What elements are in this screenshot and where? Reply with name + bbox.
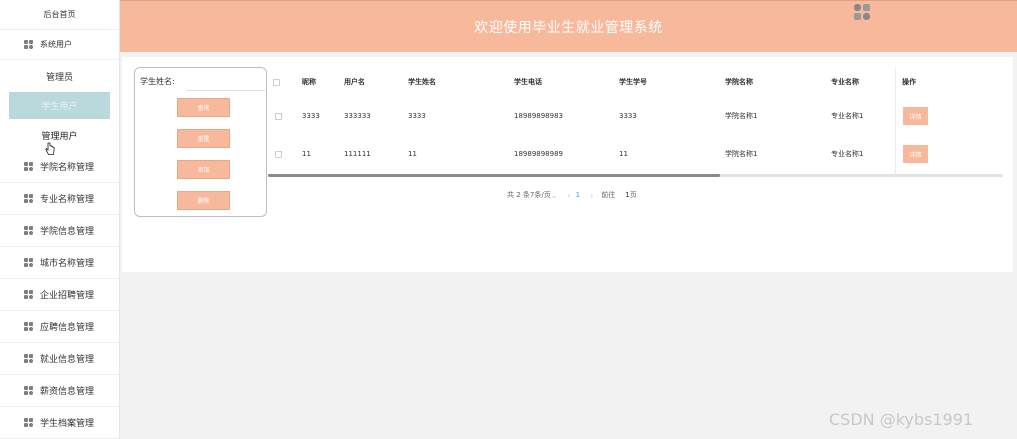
column-header: 学院名称 <box>725 78 753 86</box>
pagination-total: 共 2 条 <box>507 191 530 199</box>
menu-grid-icon <box>24 417 34 428</box>
sidebar-item-label: 就业信息管理 <box>40 355 95 365</box>
sidebar-item-label: 应聘信息管理 <box>40 323 95 333</box>
watermark: CSDN @kybs1991 <box>829 410 974 429</box>
hand-cursor-icon <box>45 142 55 155</box>
sidebar-item-salary[interactable]: 薪资信息管理 <box>0 375 119 407</box>
sidebar-item-application[interactable]: 应聘信息管理 <box>0 311 119 343</box>
cell-student-name: 11 <box>408 150 417 158</box>
sidebar-subitem-admin[interactable]: 管理员 <box>0 60 119 92</box>
column-header: 操作 <box>902 78 916 86</box>
sidebar-item-label: 薪资信息管理 <box>40 387 95 397</box>
sidebar: 后台首页 系统用户 管理员 学生用户 管理用户 学院名称管理 专业名称管理 学院… <box>0 0 120 439</box>
search-form: 学生姓名: 查询 重置 添加 删除 <box>134 67 267 217</box>
page-title: 欢迎使用毕业生就业管理系统 <box>474 19 663 36</box>
cell-username: 333333 <box>344 112 371 120</box>
menu-grid-icon <box>24 353 34 364</box>
user-menu-icon[interactable] <box>853 3 871 21</box>
query-button[interactable]: 查询 <box>177 98 230 117</box>
menu-grid-icon <box>24 225 34 236</box>
column-header: 专业名称 <box>831 78 859 86</box>
content-panel: 学生姓名: 查询 重置 添加 删除 昵称 用户名 学生姓名 学生电话 学生学号 … <box>122 57 1013 272</box>
sidebar-item-label: 专业名称管理 <box>40 195 95 205</box>
table-header-row: 昵称 用户名 学生姓名 学生电话 学生学号 学院名称 专业名称 操作 <box>268 67 1003 97</box>
cell-major: 专业名称1 <box>831 150 864 158</box>
student-name-input[interactable] <box>187 73 265 91</box>
cell-student-no: 11 <box>619 150 628 158</box>
menu-grid-icon <box>24 257 34 268</box>
add-button[interactable]: 添加 <box>177 160 230 179</box>
row-checkbox[interactable] <box>275 112 282 120</box>
menu-grid-icon <box>24 39 34 50</box>
menu-grid-icon <box>24 321 34 332</box>
sidebar-item-student-archive[interactable]: 学生档案管理 <box>0 407 119 439</box>
column-header: 昵称 <box>302 78 316 86</box>
detail-button[interactable]: 详情 <box>903 107 928 125</box>
sidebar-subitem-manage-user[interactable]: 管理用户 <box>0 119 119 151</box>
cell-college: 学院名称1 <box>725 150 758 158</box>
sidebar-item-college-name[interactable]: 学院名称管理 <box>0 151 119 183</box>
prev-page-chevron-icon[interactable]: ‹ <box>567 191 570 200</box>
menu-grid-icon <box>24 385 34 396</box>
next-page-chevron-icon[interactable]: › <box>590 191 593 200</box>
page-suffix: 页 <box>629 191 637 199</box>
column-header: 学生学号 <box>619 78 647 86</box>
top-header: 欢迎使用毕业生就业管理系统 <box>120 0 1017 52</box>
sidebar-item-major-name[interactable]: 专业名称管理 <box>0 183 119 215</box>
menu-grid-icon <box>24 193 34 204</box>
sidebar-item-system-user[interactable]: 系统用户 <box>0 30 119 60</box>
sidebar-item-label: 学院名称管理 <box>40 163 95 173</box>
cell-student-name: 3333 <box>408 112 426 120</box>
cell-nickname: 11 <box>302 150 311 158</box>
current-page-number[interactable]: 1 <box>576 191 580 199</box>
menu-grid-icon <box>24 161 34 172</box>
goto-label: 前往 <box>601 191 616 199</box>
page-size-chevron-icon[interactable]: ⌄ <box>551 191 558 200</box>
fixed-column-divider <box>895 67 896 175</box>
sidebar-subitem-student-user[interactable]: 学生用户 <box>9 92 110 119</box>
horizontal-scrollbar-thumb[interactable] <box>268 174 720 177</box>
sidebar-item-label: 学生档案管理 <box>40 419 95 429</box>
sidebar-home-link[interactable]: 后台首页 <box>0 0 119 30</box>
cell-phone: 18989898989 <box>514 150 563 158</box>
delete-button[interactable]: 删除 <box>177 191 230 210</box>
sidebar-item-recruitment[interactable]: 企业招聘管理 <box>0 279 119 311</box>
search-label: 学生姓名: <box>140 77 175 86</box>
select-all-checkbox[interactable] <box>273 78 280 86</box>
table-row: 11 111111 11 18989898989 11 学院名称1 专业名称1 … <box>268 135 1003 173</box>
reset-button[interactable]: 重置 <box>177 129 230 148</box>
cell-username: 111111 <box>344 150 371 158</box>
cell-nickname: 3333 <box>302 112 320 120</box>
column-header: 用户名 <box>344 78 365 86</box>
cell-student-no: 3333 <box>619 112 637 120</box>
column-header: 学生姓名 <box>408 78 436 86</box>
cell-college: 学院名称1 <box>725 112 758 120</box>
pagination: 共 2 条 7条/页 ⌄ ‹ 1 › 前往 1 页 <box>507 187 637 203</box>
detail-button[interactable]: 详情 <box>903 145 928 163</box>
column-header: 学生电话 <box>514 78 542 86</box>
row-checkbox[interactable] <box>275 150 282 158</box>
table-row: 3333 333333 3333 18989898983 3333 学院名称1 … <box>268 97 1003 135</box>
sidebar-item-city-name[interactable]: 城市名称管理 <box>0 247 119 279</box>
menu-grid-icon <box>24 289 34 300</box>
sidebar-item-label: 学院信息管理 <box>40 227 95 237</box>
sidebar-item-employment[interactable]: 就业信息管理 <box>0 343 119 375</box>
page-size-select[interactable]: 7条/页 <box>530 190 551 200</box>
sidebar-item-college-info[interactable]: 学院信息管理 <box>0 215 119 247</box>
sidebar-item-label: 系统用户 <box>40 40 72 49</box>
sidebar-item-label: 企业招聘管理 <box>40 291 95 301</box>
cell-phone: 18989898983 <box>514 112 563 120</box>
sidebar-item-label: 城市名称管理 <box>40 259 95 269</box>
cell-major: 专业名称1 <box>831 112 864 120</box>
